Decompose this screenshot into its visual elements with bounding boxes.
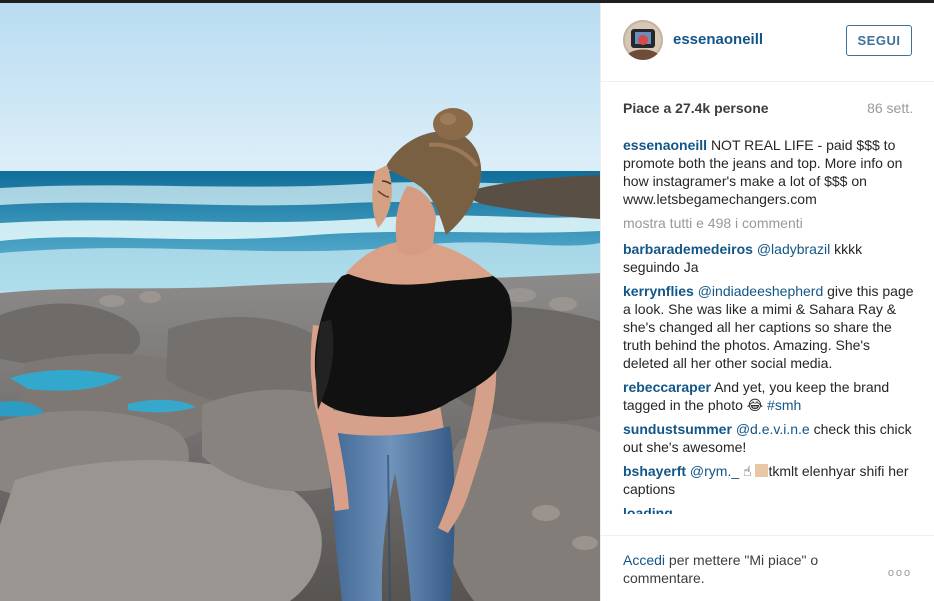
login-prompt: Accedi per mettere "Mi piace" o commenta…	[623, 551, 863, 587]
follow-button[interactable]: SEGUI	[846, 25, 912, 56]
comment-item: kerrynflies @indiadeeshepherd give this …	[623, 282, 915, 372]
post-header: essenaoneill SEGUI	[601, 3, 934, 82]
comments-list: essenaoneill NOT REAL LIFE - paid $$$ to…	[623, 136, 915, 541]
comment-username[interactable]: barbarademedeiros	[623, 241, 753, 257]
profile-avatar[interactable]	[623, 20, 663, 60]
caption-username[interactable]: essenaoneill	[623, 137, 707, 153]
post-age[interactable]: 86 sett.	[867, 100, 913, 116]
comment-mention[interactable]: @ladybrazil	[757, 241, 830, 257]
comment-username[interactable]: kerrynflies	[623, 283, 694, 299]
comment-username[interactable]: rebeccaraper	[623, 379, 711, 395]
pointing-emoji: ☝	[739, 463, 752, 479]
comment-username[interactable]: sundustsummer	[623, 421, 732, 437]
caption-comment: essenaoneill NOT REAL LIFE - paid $$$ to…	[623, 136, 915, 208]
comment-mention[interactable]: @d.e.v.i.n.e	[736, 421, 810, 437]
partial-comment-username: loading...	[623, 505, 685, 514]
post-photo	[0, 3, 600, 601]
laughing-emoji: 😂	[746, 397, 764, 413]
instagram-post-page: essenaoneill SEGUI Piace a 27.4k persone…	[0, 0, 934, 601]
more-options-icon[interactable]: ooo	[885, 567, 915, 579]
likes-count: Piace a 27.4k persone	[623, 100, 769, 116]
emoji-placeholder-icon	[755, 464, 769, 477]
comment-item: rebeccaraper And yet, you keep the brand…	[623, 378, 915, 414]
comment-hashtag[interactable]: #smh	[767, 397, 801, 413]
comment-item: sundustsummer @d.e.v.i.n.e check this ch…	[623, 420, 915, 456]
post-sidebar: essenaoneill SEGUI Piace a 27.4k persone…	[600, 3, 934, 601]
post-footer: Accedi per mettere "Mi piace" o commenta…	[601, 535, 934, 601]
beach-photo-svg	[0, 3, 600, 601]
comment-mention[interactable]: @indiadeeshepherd	[698, 283, 824, 299]
partial-comment-row: loading...	[623, 504, 915, 514]
post-stats: Piace a 27.4k persone 86 sett.	[623, 100, 913, 120]
comment-item: barbarademedeiros @ladybrazil kkkk segui…	[623, 240, 915, 276]
login-link[interactable]: Accedi	[623, 552, 665, 568]
comment-username[interactable]: bshayerft	[623, 463, 686, 479]
show-all-comments-link[interactable]: mostra tutti e 498 i commenti	[623, 214, 915, 232]
author-username-link[interactable]: essenaoneill	[673, 31, 763, 48]
comment-mention[interactable]: @rym._	[690, 463, 739, 479]
avatar-image	[623, 20, 663, 60]
comment-item: bshayerft @rym._ ☝ tkmlt elenhyar shifi …	[623, 462, 915, 498]
